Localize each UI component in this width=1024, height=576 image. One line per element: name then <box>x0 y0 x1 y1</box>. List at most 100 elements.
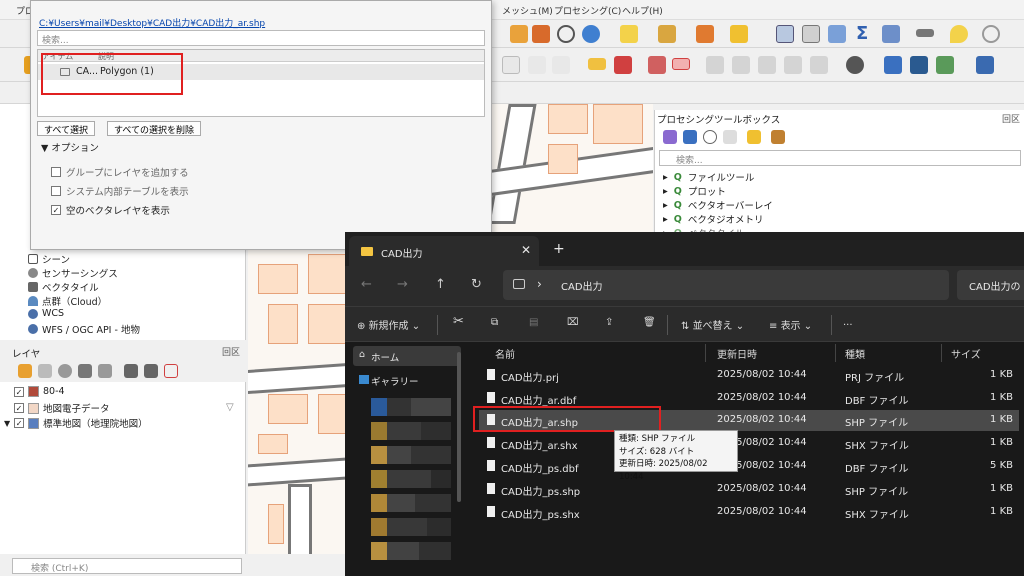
expand-arrow-icon[interactable]: ▸ <box>663 186 668 197</box>
file-row[interactable]: CAD出力_ps.shp 2025/08/02 10:44 SHP ファイル 1… <box>479 479 1019 500</box>
explorer-tab[interactable]: CAD出力 ✕ <box>349 236 539 266</box>
up-icon[interactable]: ↑ <box>435 277 446 292</box>
collapse-arrow-icon[interactable]: ▼ <box>41 143 48 154</box>
sidebar-item-gallery[interactable]: ギャラリー <box>353 370 461 390</box>
undo-icon[interactable] <box>528 56 546 74</box>
save-edits-icon[interactable] <box>510 25 528 43</box>
filter-icon[interactable]: ▽ <box>226 402 234 413</box>
filter-legend-icon[interactable] <box>98 364 112 378</box>
expand-arrow-icon[interactable]: ▸ <box>663 214 668 225</box>
column-date[interactable]: 更新日時 <box>717 346 757 361</box>
file-row[interactable]: CAD出力_ps.dbf 2025/08/02 10:44 DBF ファイル 5… <box>479 456 1019 477</box>
rename-icon[interactable]: ⌧ <box>567 317 579 328</box>
refresh-icon[interactable] <box>582 25 600 43</box>
help-icon[interactable] <box>976 56 994 74</box>
expand-arrow-icon[interactable]: ▼ <box>4 419 10 428</box>
options-header[interactable]: ▼ オプション <box>41 140 99 154</box>
toolbox-item[interactable]: ▸ Q ベクタジオメトリ <box>663 212 763 227</box>
option-checkbox[interactable] <box>51 186 61 196</box>
cut-icon[interactable]: ✂ <box>453 314 464 329</box>
option-checkbox[interactable] <box>51 167 61 177</box>
option-add-to-group[interactable]: グループにレイヤを追加する <box>51 165 189 179</box>
tooltip-icon[interactable] <box>950 25 968 43</box>
filter-icon[interactable] <box>78 364 92 378</box>
select-icon[interactable] <box>620 25 638 43</box>
menu-item-processing[interactable]: プロセシング(C) <box>554 4 621 17</box>
select-location-icon[interactable] <box>730 25 748 43</box>
panel-controls[interactable]: 回区 <box>1002 112 1020 125</box>
forward-icon[interactable]: → <box>397 277 408 292</box>
layer-item[interactable]: ✓ 80-4 <box>14 386 65 397</box>
toolbox-gear-icon[interactable] <box>663 130 677 144</box>
toolbox-item[interactable]: ▸ Q ファイルツール <box>663 170 754 185</box>
refresh-icon[interactable]: ↻ <box>471 277 482 292</box>
label-move-icon[interactable] <box>706 56 724 74</box>
address-bar[interactable]: › CAD出力 <box>503 270 949 300</box>
close-tab-icon[interactable]: ✕ <box>521 243 531 257</box>
plugin-icon[interactable] <box>846 56 864 74</box>
results-icon[interactable] <box>723 130 737 144</box>
dialog-search-input[interactable]: 検索... <box>37 30 485 46</box>
label-change-icon[interactable] <box>758 56 776 74</box>
layer-checkbox[interactable]: ✓ <box>14 403 24 413</box>
measure-icon[interactable] <box>916 29 934 37</box>
delete-icon[interactable]: 🗑 <box>643 317 656 328</box>
browser-item-wcs[interactable]: WCS <box>28 308 64 319</box>
more-options-button[interactable]: ... <box>843 317 853 328</box>
map-tool-icon[interactable] <box>910 56 928 74</box>
column-type[interactable]: 種類 <box>845 346 865 361</box>
style-icon[interactable] <box>18 364 32 378</box>
label-abc-icon[interactable] <box>672 58 690 70</box>
select-all-button[interactable]: すべて選択 <box>37 121 96 136</box>
file-row[interactable]: CAD出力_ps.shx 2025/08/02 10:44 SHX ファイル 1… <box>479 502 1019 523</box>
identify-icon[interactable] <box>776 25 794 43</box>
table-icon[interactable] <box>658 25 676 43</box>
explorer-search-input[interactable]: CAD出力の <box>957 270 1024 300</box>
browser-item-sensor[interactable]: センサーシングス <box>28 266 118 280</box>
menu-item-mesh[interactable]: メッシュ(M) <box>502 4 553 17</box>
label-pin-icon[interactable] <box>648 56 666 74</box>
search-icon[interactable] <box>982 25 1000 43</box>
expand-arrow-icon[interactable]: ▸ <box>663 172 668 183</box>
sidebar-scrollbar[interactable] <box>457 352 461 502</box>
file-row[interactable]: CAD出力.prj 2025/08/02 10:44 PRJ ファイル 1 KB <box>479 365 1019 386</box>
label-show-icon[interactable] <box>784 56 802 74</box>
share-icon[interactable]: ⇪ <box>605 317 613 328</box>
view-button[interactable]: ≡ 表示 ⌄ <box>769 317 812 332</box>
column-name[interactable]: 名前 <box>495 346 515 361</box>
panel-controls[interactable]: 回区 <box>222 345 240 358</box>
menu-item-help[interactable]: ヘルプ(H) <box>622 4 663 17</box>
history-icon[interactable] <box>703 130 717 144</box>
back-icon[interactable]: ← <box>361 277 372 292</box>
python-icon[interactable] <box>683 130 697 144</box>
attribute-table-icon[interactable] <box>802 25 820 43</box>
column-size[interactable]: サイズ <box>951 346 981 361</box>
option-checkbox[interactable]: ✓ <box>51 205 61 215</box>
option-show-empty-vector[interactable]: ✓ 空のベクタレイヤを表示 <box>51 203 170 217</box>
sort-button[interactable]: ⇅ 並べ替え ⌄ <box>681 317 744 332</box>
expand-icon[interactable] <box>124 364 138 378</box>
breadcrumb[interactable]: CAD出力 <box>561 278 603 293</box>
layer-checkbox[interactable]: ✓ <box>14 418 25 428</box>
python-icon[interactable] <box>884 56 902 74</box>
edit-features-icon[interactable] <box>747 130 761 144</box>
browser-item-vectortile[interactable]: ベクタタイル <box>28 280 99 294</box>
layer-checkbox[interactable]: ✓ <box>14 386 24 397</box>
option-show-system-tables[interactable]: システム内部テーブルを表示 <box>51 184 189 198</box>
file-row[interactable]: CAD出力_ar.shx 2025/08/02 10:44 SHX ファイル 1… <box>479 433 1019 454</box>
paste-icon[interactable]: ▤ <box>529 317 538 328</box>
deselect-icon[interactable] <box>696 25 714 43</box>
new-tab-icon[interactable]: + <box>553 241 565 257</box>
browser-item-pointcloud[interactable]: 点群（Cloud） <box>28 294 107 308</box>
expand-arrow-icon[interactable]: ▸ <box>663 200 668 211</box>
toolbox-search-input[interactable]: 検索... <box>659 150 1021 166</box>
clock-icon[interactable] <box>557 25 575 43</box>
sidebar-item-home[interactable]: ⌂ ホーム <box>353 346 461 366</box>
dataset-path-link[interactable]: C:¥Users¥mail¥Desktop¥CAD出力¥CAD出力_ar.shp <box>39 16 265 29</box>
layer-item[interactable]: ▼ ✓ 標準地図（地理院地図） <box>4 416 148 430</box>
label-style-icon[interactable] <box>614 56 632 74</box>
browser-item-wfs[interactable]: WFS / OGC API - 地物 <box>28 322 140 336</box>
layer-item[interactable]: ✓ 地図電子データ <box>14 401 110 415</box>
layer-stack-icon[interactable] <box>936 56 954 74</box>
processing-gear-icon[interactable] <box>828 25 846 43</box>
